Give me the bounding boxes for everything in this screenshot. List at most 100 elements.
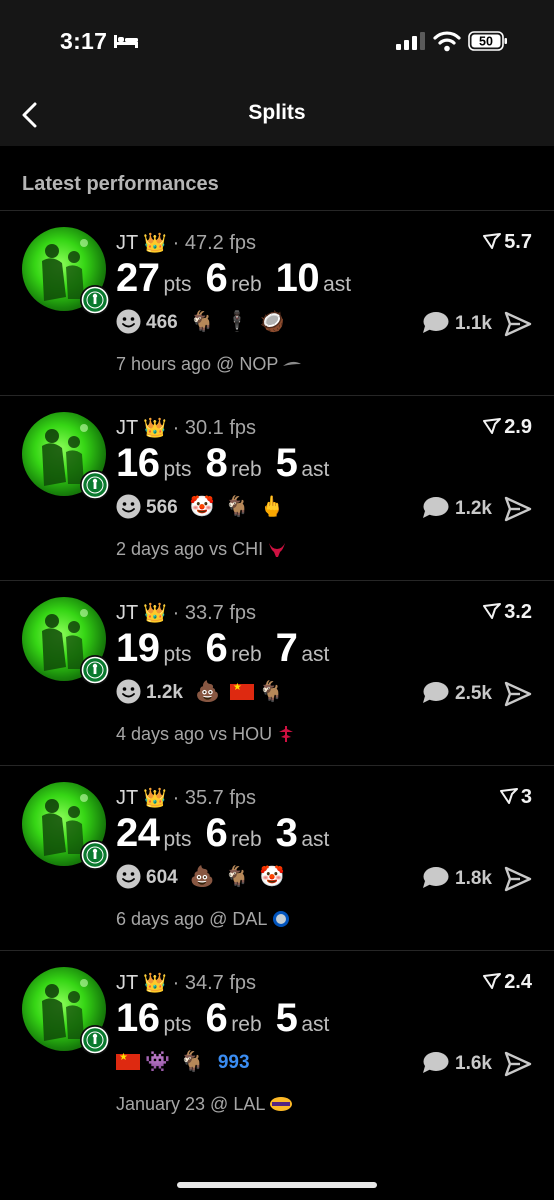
points-value: 24 — [116, 811, 160, 855]
player-name: JT — [116, 232, 138, 254]
rating-value: 3.2 — [504, 601, 532, 623]
performance-card[interactable]: JT 👑 · 35.7 fps 3 24 pts 6 reb 3 ast 604 💩 🐐 🤡 1… — [0, 766, 554, 950]
stat-line: 19 pts 6 reb 7 ast — [116, 626, 343, 671]
reaction-count: 604 — [146, 867, 178, 888]
rating: 2.4 — [482, 971, 532, 994]
nav-bar: Splits — [0, 84, 554, 146]
performance-card[interactable]: JT 👑 · 30.1 fps 2.9 16 pts 8 reb 5 ast 566 🤡 🐐 🖕… — [0, 396, 554, 580]
rating-value: 2.9 — [504, 416, 532, 438]
reaction-emoji: 🖕 — [259, 496, 285, 518]
reactions-row[interactable]: 604 💩 🐐 🤡 — [116, 864, 294, 894]
crown-emoji: 👑 — [143, 788, 168, 809]
lakers-logo-icon — [269, 1095, 293, 1113]
rebounds-label: reb — [231, 273, 262, 296]
rating-icon — [483, 603, 502, 619]
rebounds-label: reb — [231, 1013, 262, 1036]
rating-icon — [483, 233, 502, 249]
rebounds-value: 6 — [205, 626, 228, 670]
reaction-emoji: 🥥 — [259, 311, 285, 333]
points-label: pts — [163, 643, 192, 666]
share-send-icon[interactable] — [504, 681, 532, 707]
performance-card[interactable]: JT 👑 · 47.2 fps 5.7 27 pts 6 reb 10 ast 466 🐐 🕴… — [0, 211, 554, 395]
player-name: JT — [116, 417, 138, 439]
points-value: 19 — [116, 626, 160, 670]
performance-card[interactable]: JT 👑 · 33.7 fps 3.2 19pts 6reb 7ast 1.2k 💩 🐐… — [0, 581, 554, 765]
fps-value: · 34.7 fps — [172, 972, 257, 994]
share-send-icon[interactable] — [504, 311, 532, 337]
performance-card[interactable]: JT 👑 · 34.7 fps 2.4 16pts6reb5ast 👾🐐993 … — [0, 951, 554, 1135]
comment-bubble-icon — [423, 682, 449, 703]
status-time: 3:17 — [60, 28, 108, 54]
reaction-emoji: 🐐 — [258, 681, 284, 703]
game-info: 4 days ago vs HOU — [116, 724, 296, 745]
player-name: JT — [116, 602, 138, 624]
reaction-count: 466 — [146, 312, 178, 333]
comment-bubble-icon — [423, 867, 449, 888]
home-indicator — [177, 1182, 377, 1188]
game-date: 4 days ago vs HOU — [116, 724, 273, 744]
game-info: 7 hours ago @ NOP — [116, 354, 302, 375]
crown-emoji: 👑 — [143, 973, 168, 994]
rating: 2.9 — [482, 416, 532, 439]
comments-button[interactable]: 1.1k — [421, 311, 492, 335]
comments-count: 1.1k — [455, 313, 492, 334]
reaction-count: 566 — [146, 497, 178, 518]
reaction-count: 993 — [217, 1052, 250, 1073]
reactions-row[interactable]: 566 🤡 🐐 🖕 — [116, 494, 294, 524]
player-line: JT 👑 · 34.7 fps — [116, 971, 256, 995]
comment-bubble-icon — [423, 1052, 449, 1073]
fps-value: · 30.1 fps — [172, 417, 257, 439]
game-date: 6 days ago @ DAL — [116, 909, 268, 929]
comment-bubble-icon — [423, 312, 449, 333]
game-info: January 23 @ LAL — [116, 1094, 293, 1115]
reaction-emoji: 💩 — [194, 681, 220, 703]
comments-button[interactable]: 2.5k — [421, 681, 492, 705]
rating: 3.2 — [482, 601, 532, 624]
assists-value: 5 — [275, 996, 298, 1040]
assists-value: 7 — [275, 626, 298, 670]
smiley-face-icon — [116, 679, 141, 704]
player-line: JT 👑 · 33.7 fps — [116, 601, 256, 625]
celtics-logo-icon — [80, 1025, 110, 1055]
sleep-bed-icon — [114, 35, 138, 48]
game-date: 7 hours ago @ NOP — [116, 354, 279, 374]
rating: 5.7 — [482, 231, 532, 254]
share-send-icon[interactable] — [504, 1051, 532, 1077]
assists-label: ast — [323, 273, 352, 296]
stat-line: 27 pts 6 reb 10 ast — [116, 256, 365, 301]
assists-label: ast — [301, 458, 330, 481]
rebounds-value: 6 — [205, 811, 228, 855]
share-send-icon[interactable] — [504, 496, 532, 522]
crown-emoji: 👑 — [143, 418, 168, 439]
reaction-emoji: 👾 — [145, 1051, 170, 1073]
reactions-row[interactable]: 👾 🐐 993 — [116, 1049, 262, 1079]
points-label: pts — [163, 458, 192, 481]
comments-button[interactable]: 1.6k — [421, 1051, 492, 1075]
comments-button[interactable]: 1.2k — [421, 496, 492, 520]
reactions-row[interactable]: 466 🐐 🕴🏿 🥥 — [116, 309, 294, 339]
china-flag-icon — [229, 682, 254, 700]
section-title: Latest performances — [22, 173, 219, 195]
rockets-logo-icon — [276, 725, 296, 743]
battery-icon: 50 — [468, 31, 507, 51]
fps-value: · 47.2 fps — [172, 232, 257, 254]
reactions-row[interactable]: 1.2k 💩 🐐 — [116, 679, 294, 709]
rating: 3 — [499, 786, 532, 809]
reaction-emoji: 🐐 — [224, 866, 250, 888]
pelicans-logo-icon — [282, 355, 302, 373]
crown-emoji: 👑 — [143, 603, 168, 624]
comments-count: 1.8k — [455, 868, 492, 889]
status-bar: 3:17 50 — [0, 0, 554, 84]
reaction-emoji: 🐐 — [189, 311, 215, 333]
reaction-emoji: 🤡 — [189, 496, 215, 518]
rebounds-value: 6 — [205, 256, 228, 300]
game-info: 2 days ago vs CHI — [116, 539, 287, 560]
comments-button[interactable]: 1.8k — [421, 866, 492, 890]
celtics-logo-icon — [80, 840, 110, 870]
stat-line: 16 pts 6 reb 5 ast — [116, 996, 343, 1041]
player-line: JT 👑 · 30.1 fps — [116, 416, 256, 440]
cellular-signal-icon — [396, 32, 425, 50]
celtics-logo-icon — [80, 285, 110, 315]
game-date: 2 days ago vs CHI — [116, 539, 264, 559]
share-send-icon[interactable] — [504, 866, 532, 892]
